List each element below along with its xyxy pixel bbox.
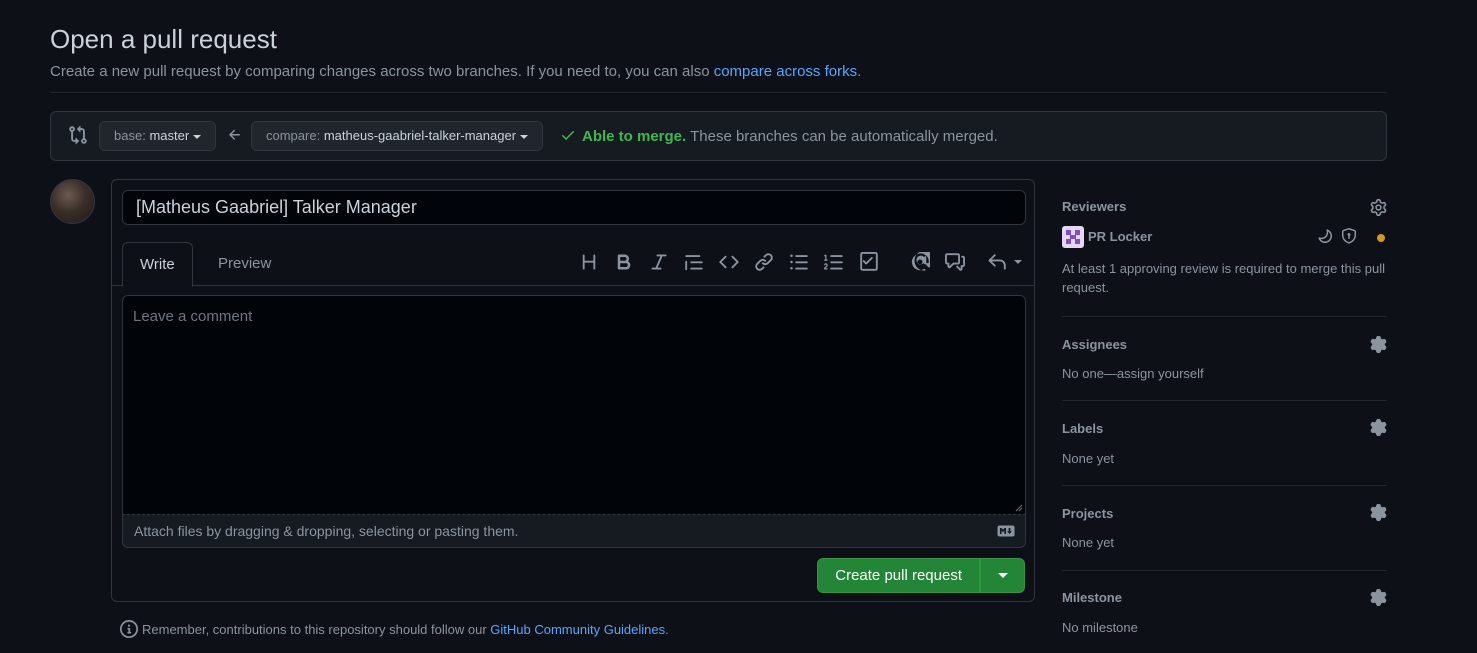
reply-icon[interactable] [987, 252, 1007, 272]
heading-icon[interactable] [579, 252, 599, 272]
sidebar-projects: Projects None yet [1062, 486, 1387, 571]
chevron-down-icon [997, 573, 1008, 578]
page-title: Open a pull request [50, 24, 277, 54]
ordered-list-icon[interactable] [824, 252, 844, 272]
guidelines-text: Remember, contributions to this reposito… [142, 622, 491, 637]
merge-ok-text: Able to merge. [582, 128, 687, 145]
chevron-down-icon [520, 134, 529, 139]
base-branch-select[interactable]: base: master [99, 121, 217, 151]
quote-icon[interactable] [684, 252, 704, 272]
tab-preview[interactable]: Preview [201, 242, 288, 286]
pr-composer: [Matheus Gaabriel] Talker Manager Write … [111, 179, 1035, 602]
page-subtitle: Create a new pull request by comparing c… [50, 63, 861, 80]
resize-grip-icon[interactable] [1015, 504, 1023, 512]
sidebar-milestone: Milestone No milestone [1062, 571, 1387, 653]
sidebar-reviewers: Reviewers PR Locker At least 1 approving… [1062, 180, 1387, 317]
assignees-value[interactable]: No one—assign yourself [1062, 366, 1204, 381]
header-divider [50, 92, 1387, 93]
base-branch-value: master [149, 128, 190, 143]
mention-icon[interactable] [910, 252, 930, 272]
merge-status: Able to merge. These branches can be aut… [560, 127, 998, 145]
sidebar: Reviewers PR Locker At least 1 approving… [1062, 180, 1387, 653]
comment-placeholder: Leave a comment [133, 308, 253, 325]
sidebar-assignees: Assignees No one—assign yourself [1062, 317, 1387, 401]
reviewers-note: At least 1 approving review is required … [1062, 261, 1385, 295]
reviewer-avatar [1062, 226, 1084, 248]
community-guidelines-link[interactable]: GitHub Community Guidelines [490, 622, 665, 637]
gear-icon[interactable] [1370, 419, 1387, 436]
git-compare-icon [69, 125, 87, 145]
milestone-heading[interactable]: Milestone [1062, 590, 1122, 605]
subtitle-text: Create a new pull request by comparing c… [50, 63, 714, 80]
compare-branch-select[interactable]: compare: matheus-gaabriel-talker-manager [251, 121, 544, 151]
arrow-left-icon [229, 129, 240, 140]
info-icon [120, 620, 138, 638]
task-list-icon[interactable] [859, 252, 879, 272]
milestone-value: No milestone [1062, 620, 1138, 635]
base-prefix: base: [114, 128, 146, 143]
compare-branch-value: matheus-gaabriel-talker-manager [323, 128, 517, 143]
assignees-heading[interactable]: Assignees [1062, 337, 1127, 352]
compare-prefix: compare: [266, 128, 321, 143]
markdown-icon[interactable] [997, 525, 1015, 537]
reviewer-name[interactable]: PR Locker [1088, 229, 1152, 244]
unordered-list-icon[interactable] [789, 252, 809, 272]
avatar[interactable] [50, 179, 95, 224]
code-icon[interactable] [719, 252, 739, 272]
projects-value: None yet [1062, 535, 1115, 550]
contribution-guidelines-note: Remember, contributions to this reposito… [120, 620, 669, 638]
file-attach-bar[interactable]: Attach files by dragging & dropping, sel… [122, 514, 1026, 548]
pending-review-dot [1377, 234, 1385, 242]
reviewers-heading[interactable]: Reviewers [1062, 199, 1126, 214]
create-pull-request-button[interactable]: Create pull request [817, 558, 980, 593]
comment-textarea[interactable]: Leave a comment [122, 295, 1026, 515]
labels-heading[interactable]: Labels [1062, 421, 1103, 436]
merge-detail-text: These branches can be automatically merg… [690, 128, 998, 145]
gear-icon[interactable] [1370, 199, 1387, 216]
link-icon[interactable] [754, 252, 774, 272]
italic-icon[interactable] [649, 252, 669, 272]
chevron-down-icon[interactable] [1014, 260, 1022, 264]
reference-icon[interactable] [945, 252, 965, 272]
compare-forks-link[interactable]: compare across forks [714, 63, 857, 80]
reviewer-status-icons [1317, 228, 1387, 246]
reviewer-row: PR Locker [1062, 226, 1387, 248]
subtitle-end: . [857, 63, 862, 80]
chevron-down-icon [193, 134, 202, 139]
branch-compare-bar: base: master compare: matheus-gaabriel-t… [50, 111, 1387, 161]
create-pr-dropdown-button[interactable] [980, 558, 1025, 593]
gear-icon[interactable] [1370, 336, 1387, 353]
projects-heading[interactable]: Projects [1062, 506, 1113, 521]
editor-tabs: Write Preview [112, 242, 1034, 287]
markdown-toolbar [579, 252, 1024, 274]
labels-value: None yet [1062, 451, 1115, 466]
sidebar-labels: Labels None yet [1062, 401, 1387, 486]
moon-icon [1318, 229, 1332, 243]
gear-icon[interactable] [1370, 504, 1387, 521]
tab-write[interactable]: Write [122, 242, 193, 287]
guidelines-end: . [665, 622, 669, 637]
pr-title-input[interactable]: [Matheus Gaabriel] Talker Manager [122, 190, 1026, 225]
check-icon [562, 131, 574, 140]
bold-icon[interactable] [614, 252, 634, 272]
attach-text: Attach files by dragging & dropping, sel… [134, 523, 519, 539]
create-pr-button-group: Create pull request [817, 558, 1025, 593]
gear-icon[interactable] [1370, 589, 1387, 606]
shield-lock-icon [1342, 228, 1356, 244]
